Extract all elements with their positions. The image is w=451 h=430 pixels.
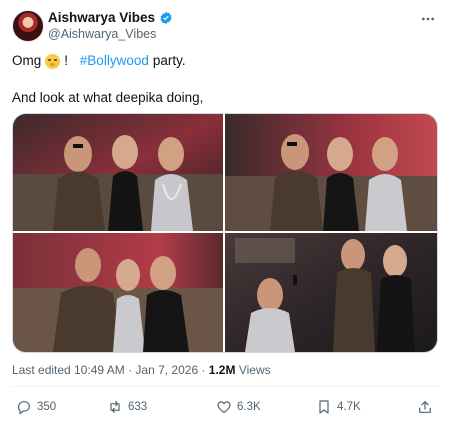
- bookmark-icon: [319, 400, 329, 414]
- share-icon: [419, 401, 431, 413]
- bookmark-count: 4.7K: [337, 401, 361, 413]
- avatar[interactable]: [12, 10, 44, 42]
- tweet-text: Omg ! #Bollywood party. And look at what…: [12, 52, 439, 105]
- repost-icon: [110, 401, 120, 413]
- divider: [12, 386, 439, 387]
- repost-button[interactable]: 633: [107, 399, 147, 415]
- reply-count: 350: [37, 401, 57, 413]
- tweet-card: Aishwarya Vibes @Aishwarya_Vibes Omg ! #…: [0, 0, 451, 430]
- photo-3[interactable]: [13, 233, 223, 352]
- media-grid: [12, 113, 438, 353]
- photo-4[interactable]: [225, 233, 437, 352]
- hashtag-link[interactable]: #Bollywood: [80, 52, 149, 70]
- tweet-line-2: And look at what deepika doing,: [12, 90, 204, 105]
- author-name-row: Aishwarya Vibes: [48, 10, 173, 25]
- reply-button[interactable]: 350: [16, 399, 56, 415]
- bookmark-button[interactable]: 4.7K: [316, 399, 361, 415]
- tweet-text-suffix: party.: [152, 53, 186, 68]
- tweet-meta: Last edited 10:49 AM · Jan 7, 2026 · 1.2…: [12, 363, 271, 377]
- more-icon[interactable]: [419, 10, 437, 28]
- shushing-face-emoji-icon: [45, 53, 61, 69]
- like-button[interactable]: 6.3K: [216, 399, 261, 415]
- views-label: Views: [235, 363, 271, 377]
- photo-2[interactable]: [225, 114, 437, 231]
- author-handle[interactable]: @Aishwarya_Vibes: [48, 27, 156, 41]
- tweet-text-prefix: Omg: [12, 53, 42, 68]
- photo-1[interactable]: [13, 114, 223, 231]
- verified-badge-icon: [159, 11, 173, 25]
- edited-timestamp[interactable]: Last edited 10:49 AM · Jan 7, 2026 ·: [12, 363, 209, 377]
- reply-icon: [17, 401, 30, 415]
- action-bar: 350 633 6.3K 4.7K: [12, 399, 439, 421]
- share-button[interactable]: [417, 399, 433, 415]
- display-name[interactable]: Aishwarya Vibes: [48, 10, 155, 25]
- repost-count: 633: [128, 401, 148, 413]
- tweet-line-1: Omg ! #Bollywood party.: [12, 52, 439, 70]
- tweet-text-bang: !: [64, 53, 69, 68]
- like-count: 6.3K: [237, 401, 261, 413]
- heart-icon: [217, 401, 231, 413]
- view-count: 1.2M: [208, 363, 236, 377]
